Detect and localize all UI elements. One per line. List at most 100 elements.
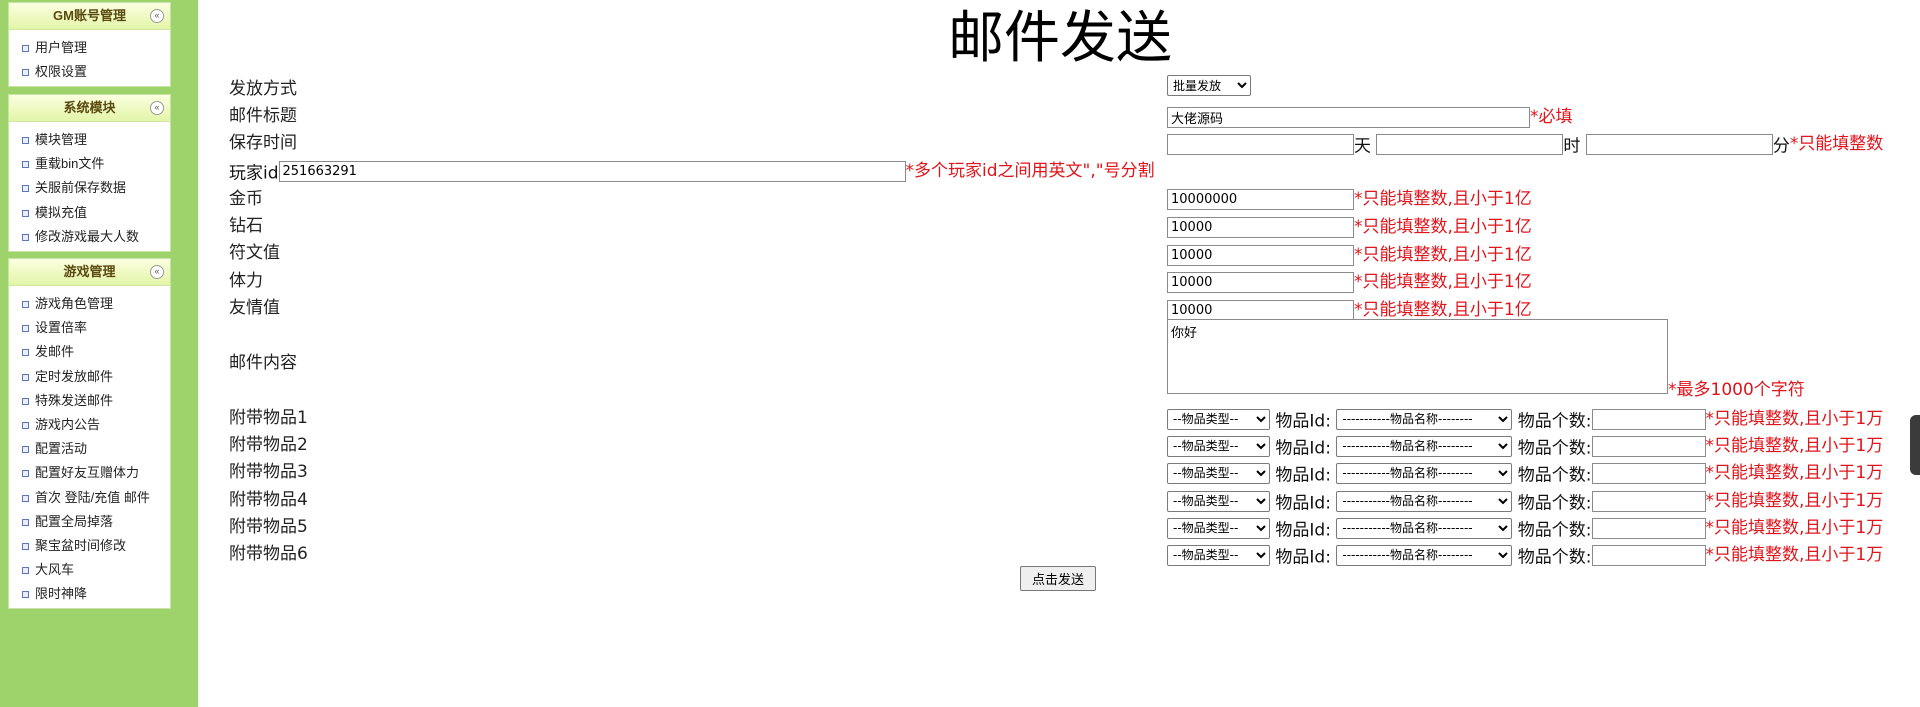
attachment-1-label: 附带物品1 xyxy=(229,408,308,428)
bullet-icon xyxy=(22,421,29,429)
bullet-icon xyxy=(22,325,29,333)
save-time-day-input[interactable] xyxy=(1167,133,1354,155)
sidebar-item-save-before-shutdown[interactable]: 关服前保存数据 xyxy=(9,176,170,200)
bullet-icon xyxy=(22,301,29,308)
attachment-5-type-select[interactable]: --物品类型-- xyxy=(1167,517,1270,539)
player-id-row: 玩家id *多个玩家id之间用英文","号分割 xyxy=(229,156,1155,184)
attachment-3-count-input[interactable] xyxy=(1591,462,1706,484)
side-handle[interactable] xyxy=(1910,415,1920,475)
rune-input[interactable] xyxy=(1167,244,1354,266)
sidebar-item-label: 聚宝盆时间修改 xyxy=(35,537,127,553)
friendship-input[interactable] xyxy=(1167,299,1354,321)
sidebar-item-module-management[interactable]: 模块管理 xyxy=(9,128,170,152)
sidebar-item-user-management[interactable]: 用户管理 xyxy=(9,36,170,60)
attachment-4-count-input[interactable] xyxy=(1591,490,1706,512)
mail-title-input[interactable] xyxy=(1167,106,1530,128)
hour-unit: 时 xyxy=(1563,136,1581,157)
sidebar-section-gm-account: GM账号管理 « 用户管理 权限设置 xyxy=(8,2,171,88)
minute-unit: 分 xyxy=(1772,136,1790,157)
save-time-hint: *只能填整数 xyxy=(1789,134,1884,154)
bullet-icon xyxy=(22,397,29,405)
sidebar-section-title: GM账号管理 xyxy=(53,8,126,23)
attachment-2-label: 附带物品2 xyxy=(229,435,308,455)
gold-field: *只能填整数,且小于1亿 xyxy=(1167,184,1532,210)
sidebar-item-set-rate[interactable]: 设置倍率 xyxy=(9,316,170,340)
attachment-1-name-select[interactable]: -----------物品名称-------- xyxy=(1336,408,1513,430)
item-count-label: 物品个数: xyxy=(1517,438,1592,459)
sidebar-item-send-mail[interactable]: 发邮件 xyxy=(9,340,170,364)
attachment-3-type-select[interactable]: --物品类型-- xyxy=(1167,462,1270,484)
sidebar-section-header[interactable]: 游戏管理 « xyxy=(9,259,170,286)
sidebar-section-game: 游戏管理 « 游戏角色管理 设置倍率 发邮件 定时发放邮件 特殊发送邮件 游戏内… xyxy=(8,258,171,610)
save-time-minute-input[interactable] xyxy=(1585,133,1773,155)
attachment-2-count-input[interactable] xyxy=(1591,435,1706,457)
player-id-label: 玩家id xyxy=(229,163,279,184)
send-mode-select[interactable]: 批量发放 xyxy=(1167,75,1251,96)
sidebar-item-game-roles[interactable]: 游戏角色管理 xyxy=(9,292,170,316)
collapse-icon[interactable]: « xyxy=(150,9,164,23)
sidebar-section-header[interactable]: 系统模块 « xyxy=(9,95,170,122)
sidebar-item-first-login-mail[interactable]: 首次 登陆/充值 邮件 xyxy=(9,486,170,510)
sidebar-item-friend-stamina[interactable]: 配置好友互赠体力 xyxy=(9,461,170,485)
bullet-icon xyxy=(22,591,29,599)
sidebar-item-label: 游戏内公告 xyxy=(35,416,101,432)
sidebar-item-global-drop[interactable]: 配置全局掉落 xyxy=(9,510,170,534)
attachment-3-name-select[interactable]: -----------物品名称-------- xyxy=(1336,462,1513,484)
attachment-1-type-select[interactable]: --物品类型-- xyxy=(1167,408,1270,430)
attachment-3-row: --物品类型-- 物品Id: -----------物品名称-------- 物… xyxy=(1167,458,1883,486)
attachment-5-label: 附带物品5 xyxy=(229,517,308,537)
sidebar-item-reload-bin[interactable]: 重载bin文件 xyxy=(9,152,170,176)
sidebar-item-permission-settings[interactable]: 权限设置 xyxy=(9,60,170,84)
sidebar-item-special-mail[interactable]: 特殊发送邮件 xyxy=(9,389,170,413)
sidebar-item-limited-descent[interactable]: 限时神降 xyxy=(9,582,170,606)
sidebar-item-scheduled-mail[interactable]: 定时发放邮件 xyxy=(9,365,170,389)
item-id-label: 物品Id: xyxy=(1275,520,1331,541)
sidebar-item-windmill[interactable]: 大风车 xyxy=(9,558,170,582)
collapse-icon[interactable]: « xyxy=(150,101,164,115)
attachment-5-count-input[interactable] xyxy=(1591,517,1706,539)
attachment-hint: *只能填整数,且小于1万 xyxy=(1705,463,1884,483)
save-time-hour-input[interactable] xyxy=(1376,133,1564,155)
stamina-label: 体力 xyxy=(229,271,263,291)
sidebar: GM账号管理 « 用户管理 权限设置 系统模块 « 模块管理 重载bin文件 关… xyxy=(0,0,198,707)
attachment-4-name-select[interactable]: -----------物品名称-------- xyxy=(1336,490,1513,512)
diamond-input[interactable] xyxy=(1167,216,1354,238)
attachment-hint: *只能填整数,且小于1万 xyxy=(1705,409,1884,429)
attachment-6-name-select[interactable]: -----------物品名称-------- xyxy=(1336,544,1513,566)
bullet-icon xyxy=(22,373,29,381)
day-unit: 天 xyxy=(1354,136,1371,157)
bullet-icon xyxy=(22,567,29,575)
attachment-5-name-select[interactable]: -----------物品名称-------- xyxy=(1336,517,1513,539)
attachment-4-type-select[interactable]: --物品类型-- xyxy=(1167,490,1270,512)
rune-field: *只能填整数,且小于1亿 xyxy=(1167,240,1532,266)
sidebar-item-label: 用户管理 xyxy=(35,40,88,55)
stamina-input[interactable] xyxy=(1167,271,1354,293)
send-button[interactable]: 点击发送 xyxy=(1020,566,1096,591)
player-id-input[interactable] xyxy=(278,160,906,182)
sidebar-item-label: 配置活动 xyxy=(35,441,88,457)
attachment-1-row: --物品类型-- 物品Id: -----------物品名称-------- 物… xyxy=(1167,404,1883,432)
attachment-2-type-select[interactable]: --物品类型-- xyxy=(1167,435,1270,457)
gold-input[interactable] xyxy=(1167,188,1354,210)
stamina-hint: *只能填整数,且小于1亿 xyxy=(1354,272,1532,292)
friendship-hint: *只能填整数,且小于1亿 xyxy=(1354,300,1532,320)
sidebar-item-config-activity[interactable]: 配置活动 xyxy=(9,437,170,461)
sidebar-item-in-game-notice[interactable]: 游戏内公告 xyxy=(9,413,170,437)
item-count-label: 物品个数: xyxy=(1517,465,1592,486)
bullet-icon xyxy=(22,518,29,526)
save-time-field: 天 时 分*只能填整数 xyxy=(1167,129,1883,157)
sidebar-item-label: 定时发放邮件 xyxy=(35,368,114,384)
sidebar-item-max-players[interactable]: 修改游戏最大人数 xyxy=(9,225,170,249)
item-id-label: 物品Id: xyxy=(1275,438,1331,459)
sidebar-section-header[interactable]: GM账号管理 « xyxy=(9,3,170,30)
attachment-1-count-input[interactable] xyxy=(1591,408,1706,430)
sidebar-item-treasure-time[interactable]: 聚宝盆时间修改 xyxy=(9,534,170,558)
attachment-6-count-input[interactable] xyxy=(1591,544,1706,566)
sidebar-item-label: 首次 登陆/充值 邮件 xyxy=(35,489,150,505)
attachment-2-name-select[interactable]: -----------物品名称-------- xyxy=(1336,435,1513,457)
sidebar-item-simulate-recharge[interactable]: 模拟充值 xyxy=(9,201,170,225)
attachment-6-type-select[interactable]: --物品类型-- xyxy=(1167,544,1270,566)
collapse-icon[interactable]: « xyxy=(150,265,164,279)
content-textarea[interactable]: 你好 xyxy=(1167,319,1668,394)
diamond-label: 钻石 xyxy=(229,216,263,236)
